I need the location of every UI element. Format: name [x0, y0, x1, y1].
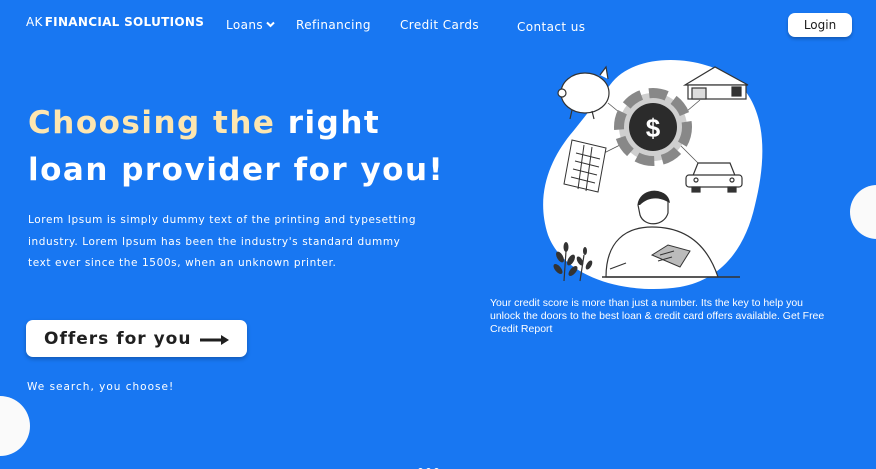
- carousel-dots[interactable]: [418, 458, 442, 469]
- hero-illustration: $: [540, 55, 790, 295]
- headline-line2: loan provider for you!: [28, 152, 445, 188]
- chevron-down-icon: [266, 21, 275, 31]
- tagline: We search, you choose!: [27, 381, 175, 393]
- navbar: AK FINANCIAL SOLUTIONS Loans Refinancing …: [0, 0, 876, 50]
- decorative-circle-left: [0, 396, 30, 456]
- headline-rest: right: [275, 105, 381, 141]
- nav-refinancing[interactable]: Refinancing: [296, 18, 371, 32]
- logo-prefix: AK: [26, 15, 43, 29]
- nav-contact-us[interactable]: Contact us: [517, 20, 585, 34]
- login-button[interactable]: Login: [788, 13, 852, 37]
- logo-text: FINANCIAL SOLUTIONS: [44, 15, 205, 29]
- logo[interactable]: AK FINANCIAL SOLUTIONS: [26, 15, 204, 29]
- arrow-right-icon: [199, 332, 231, 352]
- credit-score-caption: Your credit score is more than just a nu…: [490, 297, 825, 335]
- document-icon: [563, 139, 607, 193]
- decorative-circle-right: [850, 185, 876, 239]
- hero-headline: Choosing the right loan provider for you…: [28, 100, 444, 194]
- nav-loans[interactable]: Loans: [226, 18, 275, 32]
- dollar-symbol: $: [646, 113, 661, 143]
- hero-paragraph: Lorem Ipsum is simply dummy text of the …: [28, 214, 417, 269]
- offers-button[interactable]: Offers for you: [26, 320, 247, 357]
- dollar-coin-icon: $: [614, 88, 692, 166]
- offers-button-label: Offers for you: [44, 328, 192, 349]
- headline-highlight: Choosing the: [28, 105, 276, 141]
- nav-credit-cards[interactable]: Credit Cards: [400, 18, 479, 32]
- nav-loans-label: Loans: [226, 18, 264, 32]
